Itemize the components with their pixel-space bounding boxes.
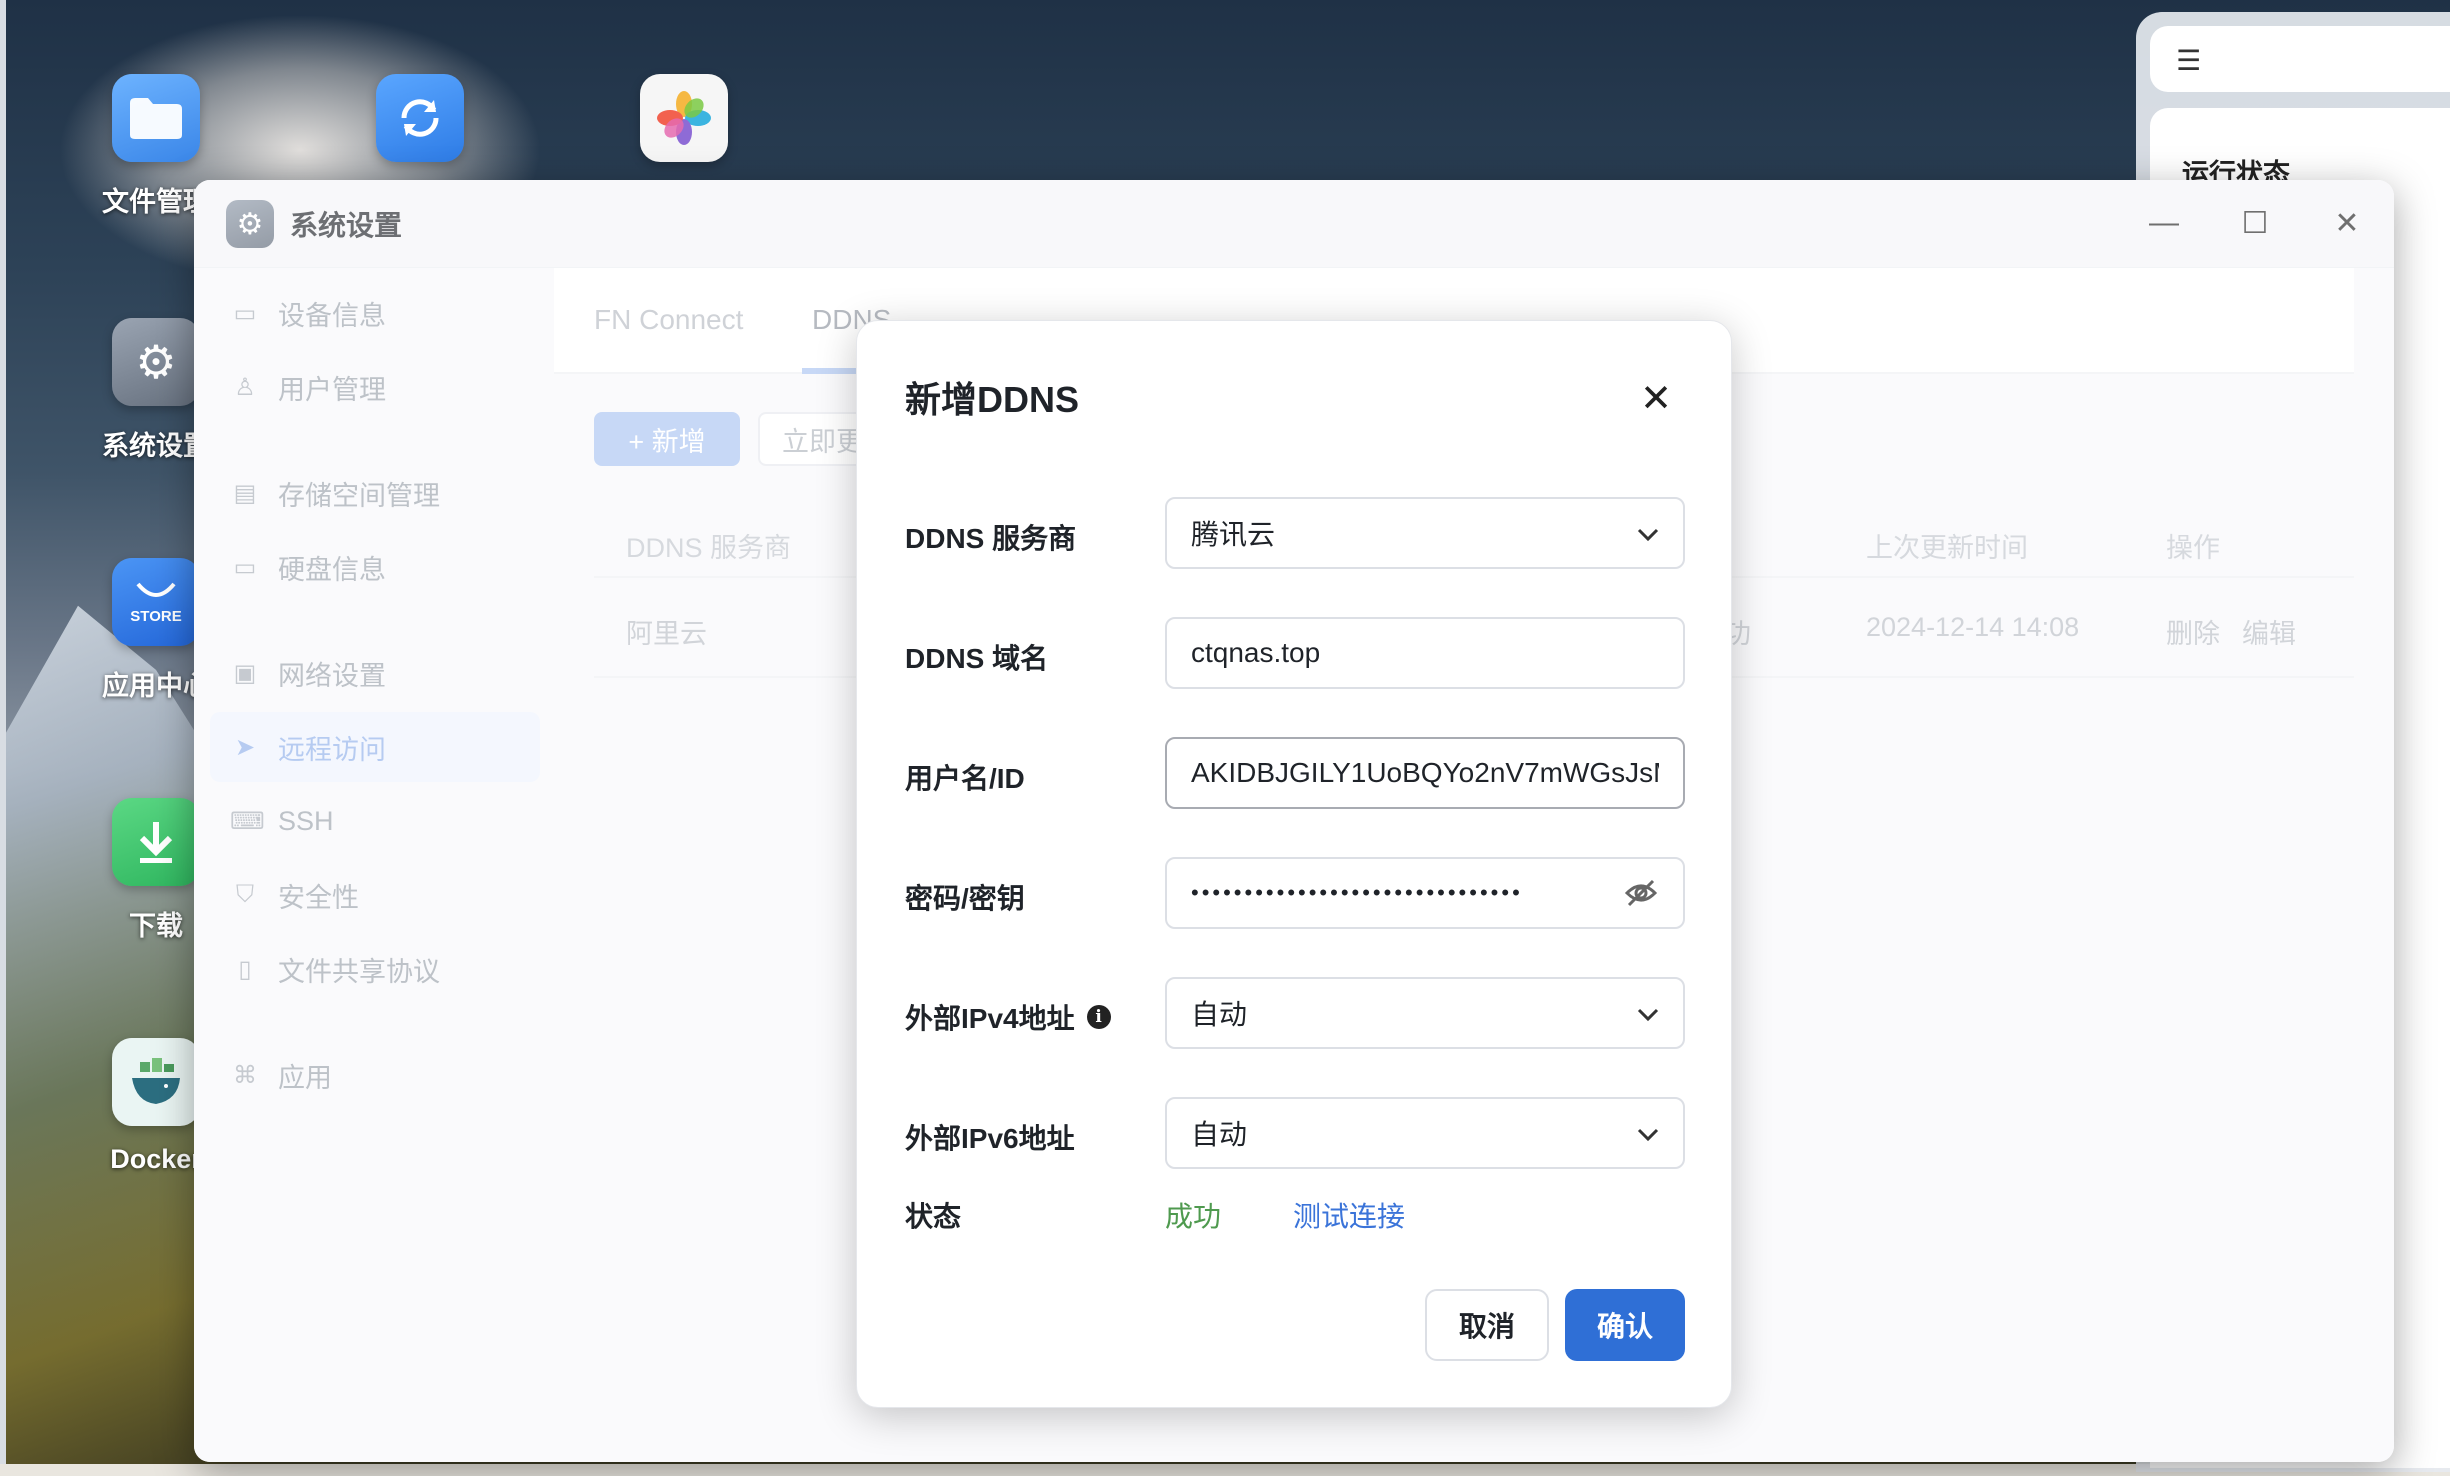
provider-value: 腾讯云 — [1191, 519, 1276, 550]
desktop-icon-sync[interactable] — [330, 74, 510, 162]
info-icon[interactable]: i — [1086, 1005, 1111, 1029]
status-label: 状态 — [905, 1201, 962, 1232]
close-icon[interactable]: ✕ — [1631, 373, 1681, 423]
filter-settings-icon[interactable]: ☰ — [2176, 44, 2201, 77]
test-connection-link[interactable]: 测试连接 — [1293, 1195, 1405, 1235]
add-ddns-dialog: 新增DDNS ✕ DDNS 服务商 腾讯云 DDNS 域名 ctqnas.top… — [856, 320, 1732, 1408]
status-badge: 成功 — [1165, 1201, 1222, 1232]
gear-icon: ⚙ — [112, 318, 200, 406]
password-input[interactable]: ••••••••••••••••••••••••••••••• — [1165, 857, 1685, 929]
confirm-button[interactable]: 确认 — [1565, 1289, 1685, 1361]
chevron-down-icon — [1637, 1118, 1659, 1149]
screen-edge — [0, 0, 6, 1476]
ipv6-select[interactable]: 自动 — [1165, 1097, 1685, 1169]
dialog-title: 新增DDNS — [905, 379, 1080, 420]
download-icon — [112, 798, 200, 886]
provider-label: DDNS 服务商 — [905, 523, 1077, 554]
ipv4-value: 自动 — [1191, 999, 1248, 1030]
username-label: 用户名/ID — [905, 763, 1025, 794]
ipv6-value: 自动 — [1191, 1119, 1248, 1150]
form-row-password: 密码/密钥 ••••••••••••••••••••••••••••••• — [905, 857, 1685, 929]
widget-toolbar: ☰ — [2150, 26, 2450, 92]
screen-edge-bottom — [0, 1464, 2450, 1476]
eye-off-icon[interactable] — [1623, 875, 1659, 911]
ipv4-select[interactable]: 自动 — [1165, 977, 1685, 1049]
photos-icon — [640, 74, 728, 162]
chevron-down-icon — [1637, 518, 1659, 549]
provider-select[interactable]: 腾讯云 — [1165, 497, 1685, 569]
cancel-button[interactable]: 取消 — [1425, 1289, 1549, 1361]
password-label: 密码/密钥 — [905, 883, 1025, 914]
domain-value: ctqnas.top — [1191, 637, 1321, 668]
ipv4-label: 外部IPv4地址 i — [905, 997, 1111, 1037]
form-row-username: 用户名/ID AKIDBJGILY1UoBQYo2nV7mWGsJsM — [905, 737, 1685, 809]
form-row-domain: DDNS 域名 ctqnas.top — [905, 617, 1685, 689]
store-tile-text: STORE — [130, 607, 182, 625]
folder-icon — [112, 74, 200, 162]
ipv4-label-text: 外部IPv4地址 — [905, 1003, 1075, 1034]
username-value: AKIDBJGILY1UoBQYo2nV7mWGsJsM — [1191, 757, 1659, 788]
username-input[interactable]: AKIDBJGILY1UoBQYo2nV7mWGsJsM — [1165, 737, 1685, 809]
form-row-ipv4: 外部IPv4地址 i 自动 — [905, 977, 1685, 1049]
form-row-ipv6: 外部IPv6地址 自动 — [905, 1097, 1685, 1169]
store-icon: STORE — [112, 558, 200, 646]
domain-label: DDNS 域名 — [905, 643, 1049, 674]
form-row-provider: DDNS 服务商 腾讯云 — [905, 497, 1685, 569]
chevron-down-icon — [1637, 998, 1659, 1029]
docker-icon — [112, 1038, 200, 1126]
desktop-icon-photos[interactable] — [594, 74, 774, 162]
domain-input[interactable]: ctqnas.top — [1165, 617, 1685, 689]
sync-icon — [376, 74, 464, 162]
ipv6-label: 外部IPv6地址 — [905, 1123, 1075, 1154]
password-value: ••••••••••••••••••••••••••••••• — [1191, 880, 1523, 905]
